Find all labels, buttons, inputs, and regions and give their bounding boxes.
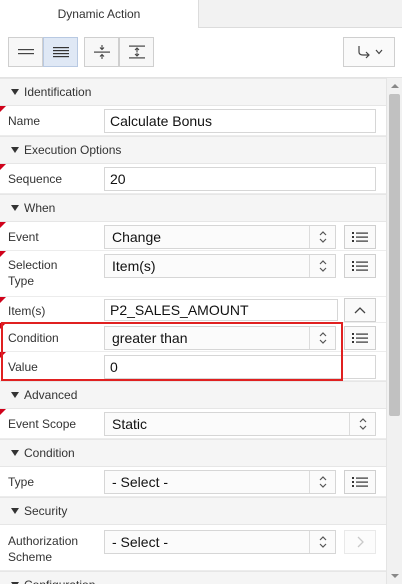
property-sequence: Sequence 20 bbox=[0, 164, 386, 194]
tab-dynamic-action[interactable]: Dynamic Action bbox=[0, 0, 199, 28]
list-icon bbox=[352, 261, 368, 271]
property-condition-type: Type - Select - bbox=[0, 467, 386, 497]
updown-icon bbox=[309, 471, 335, 493]
updown-icon bbox=[309, 531, 335, 553]
property-name: Name Calculate Bonus bbox=[0, 106, 386, 136]
updown-icon bbox=[309, 255, 335, 277]
condition-type-select[interactable]: - Select - bbox=[104, 470, 336, 494]
event-scope-label: Event Scope bbox=[8, 417, 77, 431]
section-configuration[interactable]: Configuration bbox=[0, 571, 386, 584]
list-icon bbox=[352, 477, 368, 487]
collapse-triangle-icon bbox=[11, 392, 19, 398]
collapse-triangle-icon bbox=[11, 450, 19, 456]
list-icon bbox=[352, 232, 368, 242]
items-collapse-button[interactable] bbox=[344, 298, 376, 322]
collapse-all-button[interactable] bbox=[84, 37, 119, 67]
chevron-up-icon bbox=[354, 307, 366, 314]
section-label: Identification bbox=[24, 85, 92, 99]
section-label: Execution Options bbox=[24, 143, 122, 157]
updown-icon bbox=[349, 413, 375, 435]
show-common-button[interactable] bbox=[8, 37, 43, 67]
event-scope-value: Static bbox=[112, 416, 148, 432]
go-to-component-button[interactable] bbox=[343, 37, 395, 67]
section-execution-options[interactable]: Execution Options bbox=[0, 136, 386, 164]
scroll-down-icon[interactable] bbox=[390, 571, 400, 581]
selection-type-label-line1: Selection bbox=[8, 258, 58, 272]
condition-type-label: Type bbox=[8, 475, 35, 489]
expand-icon bbox=[128, 45, 145, 59]
section-condition[interactable]: Condition bbox=[0, 439, 386, 467]
items-field[interactable]: P2_SALES_AMOUNT bbox=[104, 299, 338, 321]
property-event: Event Change bbox=[0, 222, 386, 251]
event-scope-select[interactable]: Static bbox=[104, 412, 376, 436]
auth-scheme-select[interactable]: - Select - bbox=[104, 530, 336, 554]
list-icon bbox=[352, 333, 368, 343]
lines-icon bbox=[17, 49, 34, 55]
collapse-triangle-icon bbox=[11, 508, 19, 514]
selection-type-select[interactable]: Item(s) bbox=[104, 254, 336, 278]
required-marker bbox=[0, 251, 6, 257]
section-identification[interactable]: Identification bbox=[0, 78, 386, 106]
highlight-box bbox=[1, 322, 343, 381]
chevron-right-icon bbox=[357, 536, 364, 548]
property-event-scope: Event Scope Static bbox=[0, 409, 386, 439]
auth-scheme-go-button[interactable] bbox=[344, 530, 376, 554]
section-label: When bbox=[24, 201, 56, 215]
collapse-triangle-icon bbox=[11, 205, 19, 211]
auth-scheme-label-line1: Authorization bbox=[8, 534, 79, 548]
required-marker bbox=[0, 297, 6, 303]
auth-scheme-value: - Select - bbox=[112, 534, 169, 550]
collapse-triangle-icon bbox=[11, 89, 19, 95]
updown-icon bbox=[309, 226, 335, 248]
collapse-icon bbox=[93, 45, 110, 59]
name-label: Name bbox=[8, 114, 41, 128]
go-to-component-icon bbox=[357, 46, 370, 59]
condition-type-list-button[interactable] bbox=[344, 470, 376, 494]
auth-scheme-label-line2: Scheme bbox=[8, 550, 53, 564]
event-label: Event bbox=[8, 230, 39, 244]
required-marker bbox=[0, 409, 6, 415]
selection-type-list-button[interactable] bbox=[344, 254, 376, 278]
chevron-down-icon bbox=[375, 49, 382, 55]
selection-type-value: Item(s) bbox=[112, 258, 156, 274]
condition-list-button[interactable] bbox=[344, 326, 376, 350]
section-advanced[interactable]: Advanced bbox=[0, 381, 386, 409]
list-view-icon bbox=[52, 47, 69, 58]
items-label: Item(s) bbox=[8, 304, 46, 318]
section-label: Configuration bbox=[24, 572, 95, 584]
show-all-button[interactable] bbox=[43, 37, 78, 67]
section-when[interactable]: When bbox=[0, 194, 386, 222]
condition-type-value: - Select - bbox=[112, 474, 169, 490]
section-label: Advanced bbox=[24, 388, 78, 402]
event-list-button[interactable] bbox=[344, 225, 376, 249]
tab-bar: Dynamic Action bbox=[0, 0, 402, 28]
sequence-label: Sequence bbox=[8, 172, 63, 186]
expand-all-button[interactable] bbox=[119, 37, 154, 67]
section-security[interactable]: Security bbox=[0, 497, 386, 525]
event-select[interactable]: Change bbox=[104, 225, 336, 249]
scroll-thumb[interactable] bbox=[389, 94, 400, 416]
selection-type-label-line2: Type bbox=[8, 274, 35, 288]
name-field[interactable]: Calculate Bonus bbox=[104, 109, 376, 133]
event-value: Change bbox=[112, 229, 162, 245]
collapse-triangle-icon bbox=[11, 147, 19, 153]
section-label: Security bbox=[24, 504, 68, 518]
section-label: Condition bbox=[24, 446, 75, 460]
sequence-field[interactable]: 20 bbox=[104, 167, 376, 191]
required-marker bbox=[0, 106, 6, 112]
property-selection-type: Selection Type Item(s) bbox=[0, 251, 386, 297]
required-marker bbox=[0, 164, 6, 170]
property-items: Item(s) P2_SALES_AMOUNT bbox=[0, 297, 386, 323]
required-marker bbox=[0, 222, 6, 228]
property-editor-toolbar bbox=[0, 28, 402, 78]
vertical-scrollbar[interactable] bbox=[386, 78, 402, 584]
scroll-up-icon[interactable] bbox=[390, 81, 400, 91]
property-authorization-scheme: Authorization Scheme - Select - bbox=[0, 525, 386, 571]
